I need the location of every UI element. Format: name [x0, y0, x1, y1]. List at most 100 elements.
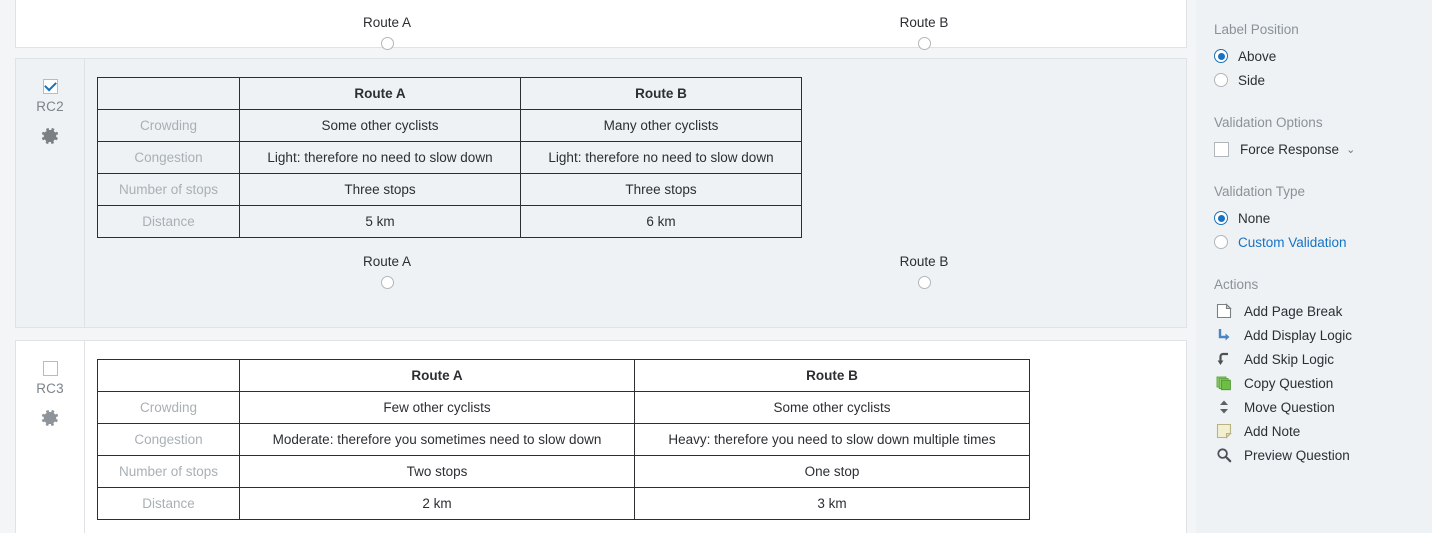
table-row: Number of stops Two stops One stop	[97, 455, 1030, 488]
table-cell: 2 km	[239, 487, 635, 520]
action-add-skip-logic[interactable]: Add Skip Logic	[1214, 347, 1432, 371]
action-move-question[interactable]: Move Question	[1214, 395, 1432, 419]
choice-rc2-route-b[interactable]: Route B	[864, 254, 984, 289]
attribute-table-rc3: Route A Route B Crowding Few other cycli…	[97, 359, 1030, 520]
option-label: Custom Validation	[1238, 234, 1347, 250]
action-label: Add Display Logic	[1244, 327, 1353, 343]
table-header-row: Route A Route B	[97, 77, 802, 110]
question-options-sidebar: Label Position Above Side Validation Opt…	[1196, 0, 1432, 533]
table-header-row: Route A Route B	[97, 359, 1030, 392]
table-col-header-route-b: Route B	[520, 77, 802, 110]
table-row-header: Number of stops	[97, 173, 240, 206]
choice-label: Route B	[899, 15, 949, 30]
question-id-label-rc2: RC2	[36, 99, 64, 114]
table-row: Number of stops Three stops Three stops	[97, 173, 802, 206]
validation-type-group: Validation Type None Custom Validation	[1214, 184, 1432, 254]
action-label: Add Page Break	[1244, 303, 1343, 319]
table-col-header-route-b: Route B	[634, 359, 1030, 392]
attribute-table-rc2: Route A Route B Crowding Some other cycl…	[97, 77, 802, 238]
table-row-header: Congestion	[97, 141, 240, 174]
choice-rc1-route-b[interactable]: Route B	[864, 15, 984, 50]
table-cell: Some other cyclists	[634, 391, 1030, 424]
option-label: Side	[1238, 72, 1266, 88]
radio-icon[interactable]	[1214, 211, 1228, 225]
action-add-page-break[interactable]: Add Page Break	[1214, 299, 1432, 323]
question-select-checkbox-rc3[interactable]	[42, 361, 58, 376]
table-cell: 6 km	[520, 205, 802, 238]
action-add-display-logic[interactable]: Add Display Logic	[1214, 323, 1432, 347]
table-row-header: Number of stops	[97, 455, 240, 488]
label-position-option-above[interactable]: Above	[1214, 44, 1432, 68]
radio-rc1-route-b[interactable]	[917, 37, 931, 50]
table-col-header-route-a: Route A	[239, 77, 521, 110]
label-position-option-side[interactable]: Side	[1214, 68, 1432, 92]
table-row-header: Distance	[97, 205, 240, 238]
action-label: Copy Question	[1244, 375, 1334, 391]
gear-icon[interactable]	[39, 125, 61, 147]
action-label: Add Note	[1244, 423, 1301, 439]
table-cell: Light: therefore no need to slow down	[239, 141, 521, 174]
page-break-icon	[1214, 303, 1234, 319]
question-gutter-rc1	[16, 0, 85, 47]
actions-group: Actions Add Page Break Add Display Logic…	[1214, 277, 1432, 467]
question-body-rc1: Route A Route B	[85, 0, 1187, 50]
table-row-header: Crowding	[97, 391, 240, 424]
force-response-row[interactable]: Force Response ⌄	[1214, 137, 1432, 161]
table-row: Distance 5 km 6 km	[97, 205, 802, 238]
copy-icon	[1214, 375, 1234, 391]
choice-row-rc2: Route A Route B	[97, 254, 1187, 312]
question-body-rc3: Route A Route B Crowding Few other cycli…	[85, 341, 1186, 533]
action-preview-question[interactable]: Preview Question	[1214, 443, 1432, 467]
table-cell: Moderate: therefore you sometimes need t…	[239, 423, 635, 456]
question-gutter-rc2: RC2	[16, 59, 85, 327]
option-label: Above	[1238, 48, 1277, 64]
radio-icon[interactable]	[1214, 49, 1228, 63]
question-gutter-rc3: RC3	[16, 341, 85, 533]
table-cell: Many other cyclists	[520, 109, 802, 142]
table-cell: 3 km	[634, 487, 1030, 520]
table-row-header: Distance	[97, 487, 240, 520]
move-icon	[1214, 399, 1234, 415]
radio-icon[interactable]	[1214, 73, 1228, 87]
validation-type-option-custom[interactable]: Custom Validation	[1214, 230, 1432, 254]
question-body-rc2: Route A Route B Crowding Some other cycl…	[85, 59, 1187, 327]
radio-icon[interactable]	[1214, 235, 1228, 249]
choice-rc2-route-a[interactable]: Route A	[327, 254, 447, 289]
gear-icon[interactable]	[39, 407, 61, 429]
table-cell: Light: therefore no need to slow down	[520, 141, 802, 174]
action-label: Preview Question	[1244, 447, 1350, 463]
choice-label: Route A	[362, 254, 412, 269]
table-row: Crowding Some other cyclists Many other …	[97, 109, 802, 142]
table-corner-cell	[97, 77, 240, 110]
actions-title: Actions	[1214, 277, 1259, 292]
radio-rc1-route-a[interactable]	[380, 37, 394, 50]
question-block-rc3[interactable]: RC3 Route A Route B Crowding Few other c…	[15, 340, 1187, 533]
table-row: Distance 2 km 3 km	[97, 487, 1030, 520]
choice-label: Route B	[899, 254, 949, 269]
table-row: Crowding Few other cyclists Some other c…	[97, 391, 1030, 424]
table-corner-cell	[97, 359, 240, 392]
action-label: Add Skip Logic	[1244, 351, 1335, 367]
radio-rc2-route-b[interactable]	[917, 276, 931, 289]
chevron-down-icon[interactable]: ⌄	[1346, 143, 1355, 156]
radio-rc2-route-a[interactable]	[380, 276, 394, 289]
question-id-label-rc3: RC3	[36, 381, 64, 396]
table-cell: Heavy: therefore you need to slow down m…	[634, 423, 1030, 456]
choice-rc1-route-a[interactable]: Route A	[327, 15, 447, 50]
action-copy-question[interactable]: Copy Question	[1214, 371, 1432, 395]
action-add-note[interactable]: Add Note	[1214, 419, 1432, 443]
question-block-rc1[interactable]: Route A Route B	[15, 0, 1187, 50]
magnifier-icon	[1214, 447, 1234, 463]
question-block-rc2[interactable]: RC2 Route A Route B Crowding Some other …	[15, 58, 1187, 328]
table-col-header-route-a: Route A	[239, 359, 635, 392]
editor-canvas: Route A Route B RC2 Route A Route B Crow…	[0, 0, 1196, 533]
choice-label: Route A	[362, 15, 412, 30]
table-cell: One stop	[634, 455, 1030, 488]
force-response-checkbox[interactable]	[1214, 141, 1229, 157]
table-cell: Some other cyclists	[239, 109, 521, 142]
question-select-checkbox-rc2[interactable]	[42, 79, 58, 94]
table-cell: Two stops	[239, 455, 635, 488]
label-position-group: Label Position Above Side	[1214, 22, 1432, 92]
table-cell: Three stops	[520, 173, 802, 206]
validation-type-option-none[interactable]: None	[1214, 206, 1432, 230]
